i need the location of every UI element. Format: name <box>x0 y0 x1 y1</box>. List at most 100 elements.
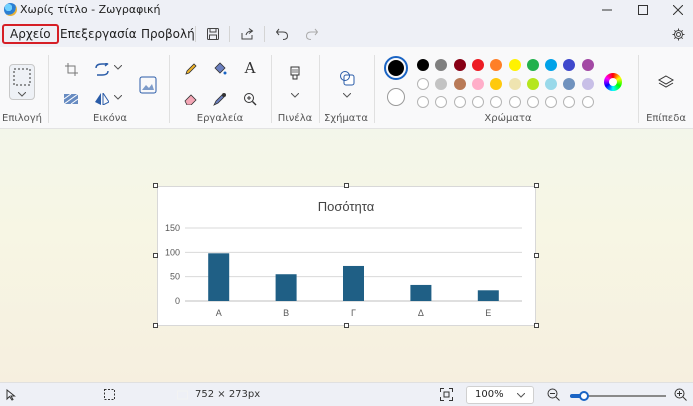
custom-color-slot[interactable] <box>508 96 521 108</box>
resize-handle[interactable] <box>153 253 158 258</box>
shapes-button[interactable] <box>338 69 356 87</box>
menu-bar: Αρχείο Επεξεργασία Προβολή <box>0 20 693 47</box>
resize-handle[interactable] <box>153 183 158 188</box>
menu-view[interactable]: Προβολή <box>135 24 201 44</box>
close-button[interactable] <box>663 0 693 20</box>
maximize-button[interactable] <box>628 0 658 20</box>
eraser-icon <box>184 94 197 105</box>
color-swatch[interactable] <box>563 59 576 71</box>
text-tool-icon: A <box>244 59 256 77</box>
drawing-canvas[interactable]: Ποσότητα 150 100 50 0 Α Β Γ Δ Ε <box>157 186 536 326</box>
group-label-selection: Επιλογή <box>2 113 43 124</box>
color-swatch[interactable] <box>545 78 558 90</box>
zoom-select[interactable]: 100% <box>466 386 534 404</box>
custom-color-slot[interactable] <box>581 96 594 108</box>
color-swatch[interactable] <box>581 78 594 90</box>
fill-button[interactable] <box>211 60 229 78</box>
window-title: Χωρίς τίτλο - Ζωγραφική <box>20 3 161 16</box>
undo-button[interactable] <box>273 25 291 43</box>
color-swatch[interactable] <box>417 59 429 71</box>
custom-color-slot[interactable] <box>417 96 429 108</box>
group-label-brushes: Πινέλα <box>277 113 313 124</box>
flip-button[interactable] <box>93 90 111 108</box>
resize-handle[interactable] <box>344 183 349 188</box>
pencil-button[interactable] <box>182 60 200 78</box>
color-swatch[interactable] <box>563 78 576 90</box>
paint-app-icon <box>4 3 17 16</box>
rotate-button[interactable] <box>93 60 111 78</box>
resize-handle[interactable] <box>534 323 539 328</box>
chevron-down-icon[interactable] <box>114 95 122 103</box>
select-rectangle-icon <box>13 68 31 86</box>
primary-color[interactable] <box>384 56 408 80</box>
brush-icon <box>290 66 300 80</box>
color-swatch[interactable] <box>471 78 484 90</box>
color-swatch[interactable] <box>453 78 466 90</box>
redo-icon <box>306 28 318 40</box>
layers-icon <box>658 75 674 88</box>
edit-colors-button[interactable] <box>604 73 622 91</box>
color-swatch[interactable] <box>526 78 539 90</box>
color-swatch[interactable] <box>490 59 503 71</box>
redo-button[interactable] <box>303 25 321 43</box>
ribbon-divider <box>271 55 272 123</box>
color-swatch[interactable] <box>453 59 466 71</box>
ribbon-divider <box>374 55 375 123</box>
zoom-in-icon <box>674 388 687 401</box>
resize-handle[interactable] <box>534 253 539 258</box>
resize-button[interactable] <box>62 90 80 108</box>
zoom-slider-thumb[interactable] <box>579 391 589 401</box>
chevron-down-icon[interactable] <box>291 93 299 101</box>
image-editor-button[interactable] <box>137 74 159 96</box>
status-bar: 752 × 273px 100% <box>0 382 693 406</box>
resize-handle[interactable] <box>153 323 158 328</box>
share-button[interactable] <box>238 25 256 43</box>
bar <box>343 265 364 301</box>
settings-button[interactable] <box>669 25 687 43</box>
group-label-tools: Εργαλεία <box>196 113 244 124</box>
eraser-button[interactable] <box>182 90 200 108</box>
x-tick-label: Ε <box>485 308 491 318</box>
custom-color-slot[interactable] <box>490 96 503 108</box>
color-swatch[interactable] <box>417 78 429 90</box>
text-button[interactable]: A <box>241 59 259 77</box>
menu-edit[interactable]: Επεξεργασία <box>54 24 143 44</box>
color-swatch[interactable] <box>526 59 539 71</box>
resize-handle[interactable] <box>534 183 539 188</box>
custom-color-slot[interactable] <box>545 96 558 108</box>
x-tick-label: Α <box>216 308 222 318</box>
layers-button[interactable] <box>657 74 675 92</box>
fit-to-window-button[interactable] <box>440 388 454 402</box>
color-swatch[interactable] <box>508 78 521 90</box>
zoom-value: 100% <box>475 389 504 400</box>
zoom-out-button[interactable] <box>547 388 561 402</box>
chevron-down-icon[interactable] <box>114 65 122 73</box>
custom-color-slot[interactable] <box>453 96 466 108</box>
save-button[interactable] <box>204 25 222 43</box>
color-swatch[interactable] <box>435 78 448 90</box>
save-icon <box>207 28 219 40</box>
selection-tool-button[interactable] <box>9 64 35 100</box>
chevron-down-icon[interactable] <box>343 93 351 101</box>
ribbon-divider <box>48 55 49 123</box>
crop-button[interactable] <box>62 60 80 78</box>
minimize-button[interactable] <box>592 0 622 20</box>
secondary-color[interactable] <box>387 88 405 106</box>
brushes-button[interactable] <box>285 64 305 88</box>
menu-file[interactable]: Αρχείο <box>2 24 59 44</box>
color-swatch[interactable] <box>545 59 558 71</box>
custom-color-slot[interactable] <box>471 96 484 108</box>
custom-color-slot[interactable] <box>435 96 448 108</box>
color-picker-button[interactable] <box>211 90 229 108</box>
magnifier-button[interactable] <box>241 90 259 108</box>
crop-icon <box>64 62 78 76</box>
color-swatch[interactable] <box>490 78 503 90</box>
color-swatch[interactable] <box>471 59 484 71</box>
custom-color-slot[interactable] <box>526 96 539 108</box>
zoom-in-button[interactable] <box>674 388 688 402</box>
custom-color-slot[interactable] <box>563 96 576 108</box>
resize-handle[interactable] <box>344 323 349 328</box>
color-swatch[interactable] <box>581 59 594 71</box>
color-swatch[interactable] <box>508 59 521 71</box>
color-swatch[interactable] <box>435 59 448 71</box>
